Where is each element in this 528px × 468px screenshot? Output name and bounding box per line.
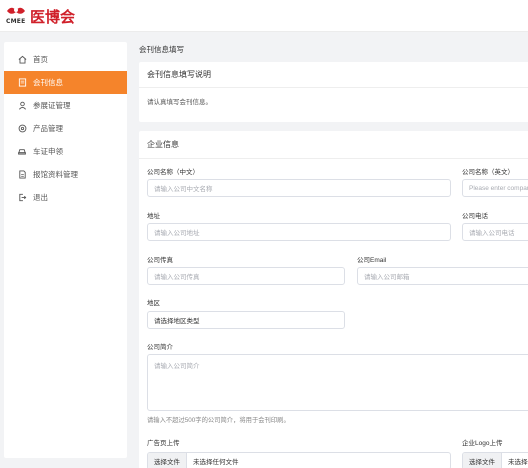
notice-card-title: 会刊信息填写说明 [139, 62, 528, 88]
top-bar: CMEE 医博会 [0, 0, 528, 32]
name-en-label: 公司名称（英文） [462, 169, 514, 176]
sidebar-item-journal-info[interactable]: 会刊信息 [4, 71, 127, 94]
logo-text-main: 医博会 [30, 8, 76, 26]
logo-text-small: CMEE [6, 18, 26, 25]
cmee-logo[interactable]: CMEE 医博会 [4, 5, 76, 27]
product-icon [16, 123, 28, 135]
logo-choose-file-button[interactable]: 选择文件 [463, 453, 502, 468]
home-icon [16, 54, 28, 66]
email-label: 公司Email [357, 257, 387, 264]
sidebar-item-products[interactable]: 产品管理 [4, 117, 127, 140]
company-info-title: 企业信息 [139, 131, 528, 159]
intro-label: 公司简介 [147, 344, 173, 351]
badge-icon [16, 100, 28, 112]
page-title: 会刊信息填写 [139, 45, 184, 54]
address-label: 地址 [147, 213, 160, 220]
sidebar-item-label: 首页 [33, 55, 48, 64]
document-icon [16, 77, 28, 89]
ad-upload-label: 广告页上传 [147, 440, 180, 447]
phone-label: 公司电话 [462, 213, 488, 220]
logo-file-name: 未选择任何文件 [508, 459, 528, 466]
intro-hint: 请输入不超过500字的公司简介，将用于会刊印刷。 [147, 417, 290, 424]
sidebar-item-car-pass[interactable]: 车证申领 [4, 140, 127, 163]
phone-input[interactable]: 请输入公司电话 [462, 223, 528, 241]
region-select[interactable]: 请选择地区类型 [147, 311, 345, 329]
company-name-en-input[interactable]: Please enter company name [462, 179, 528, 197]
sidebar-item-hall-docs[interactable]: 报馆资料管理 [4, 163, 127, 186]
sidebar-item-label: 报馆资料管理 [33, 170, 78, 179]
ad-file-name: 未选择任何文件 [193, 459, 239, 466]
address-input[interactable]: 请输入公司地址 [147, 223, 451, 241]
sidebar-item-home[interactable]: 首页 [4, 48, 127, 71]
logo-upload-label: 企业Logo上传 [462, 440, 503, 447]
sidebar-item-label: 参展证管理 [33, 101, 71, 110]
company-intro-textarea[interactable]: 请输入公司简介 [147, 354, 528, 411]
sidebar-item-label: 会刊信息 [33, 78, 63, 87]
sidebar-item-label: 退出 [33, 193, 48, 202]
logo-upload-field: 选择文件 未选择任何文件 [462, 452, 528, 468]
company-info-card: 企业信息 公司名称（中文） 请输入公司中文名称 公司名称（英文） Please … [139, 131, 528, 468]
sidebar-item-label: 车证申领 [33, 147, 63, 156]
region-label: 地区 [147, 300, 160, 307]
file-icon [16, 169, 28, 181]
name-cn-label: 公司名称（中文） [147, 169, 199, 176]
notice-card: 会刊信息填写说明 请认真填写会刊信息。 [139, 62, 528, 122]
car-icon [16, 146, 28, 158]
notice-card-text: 请认真填写会刊信息。 [147, 99, 212, 106]
logout-icon [16, 192, 28, 204]
ad-choose-file-button[interactable]: 选择文件 [148, 453, 187, 468]
sidebar-item-label: 产品管理 [33, 124, 63, 133]
company-name-cn-input[interactable]: 请输入公司中文名称 [147, 179, 451, 197]
email-input[interactable]: 请输入公司邮箱 [357, 267, 528, 285]
fax-input[interactable]: 请输入公司传真 [147, 267, 345, 285]
sidebar-item-logout[interactable]: 退出 [4, 186, 127, 209]
ad-upload-field: 选择文件 未选择任何文件 [147, 452, 451, 468]
sidebar-item-exhibitor-badge[interactable]: 参展证管理 [4, 94, 127, 117]
logo-emblem-icon [7, 7, 25, 14]
sidebar: 首页 会刊信息 参展证管理 产品管理 车证申领 报馆资料管理 退出 [4, 42, 127, 458]
fax-label: 公司传真 [147, 257, 173, 264]
